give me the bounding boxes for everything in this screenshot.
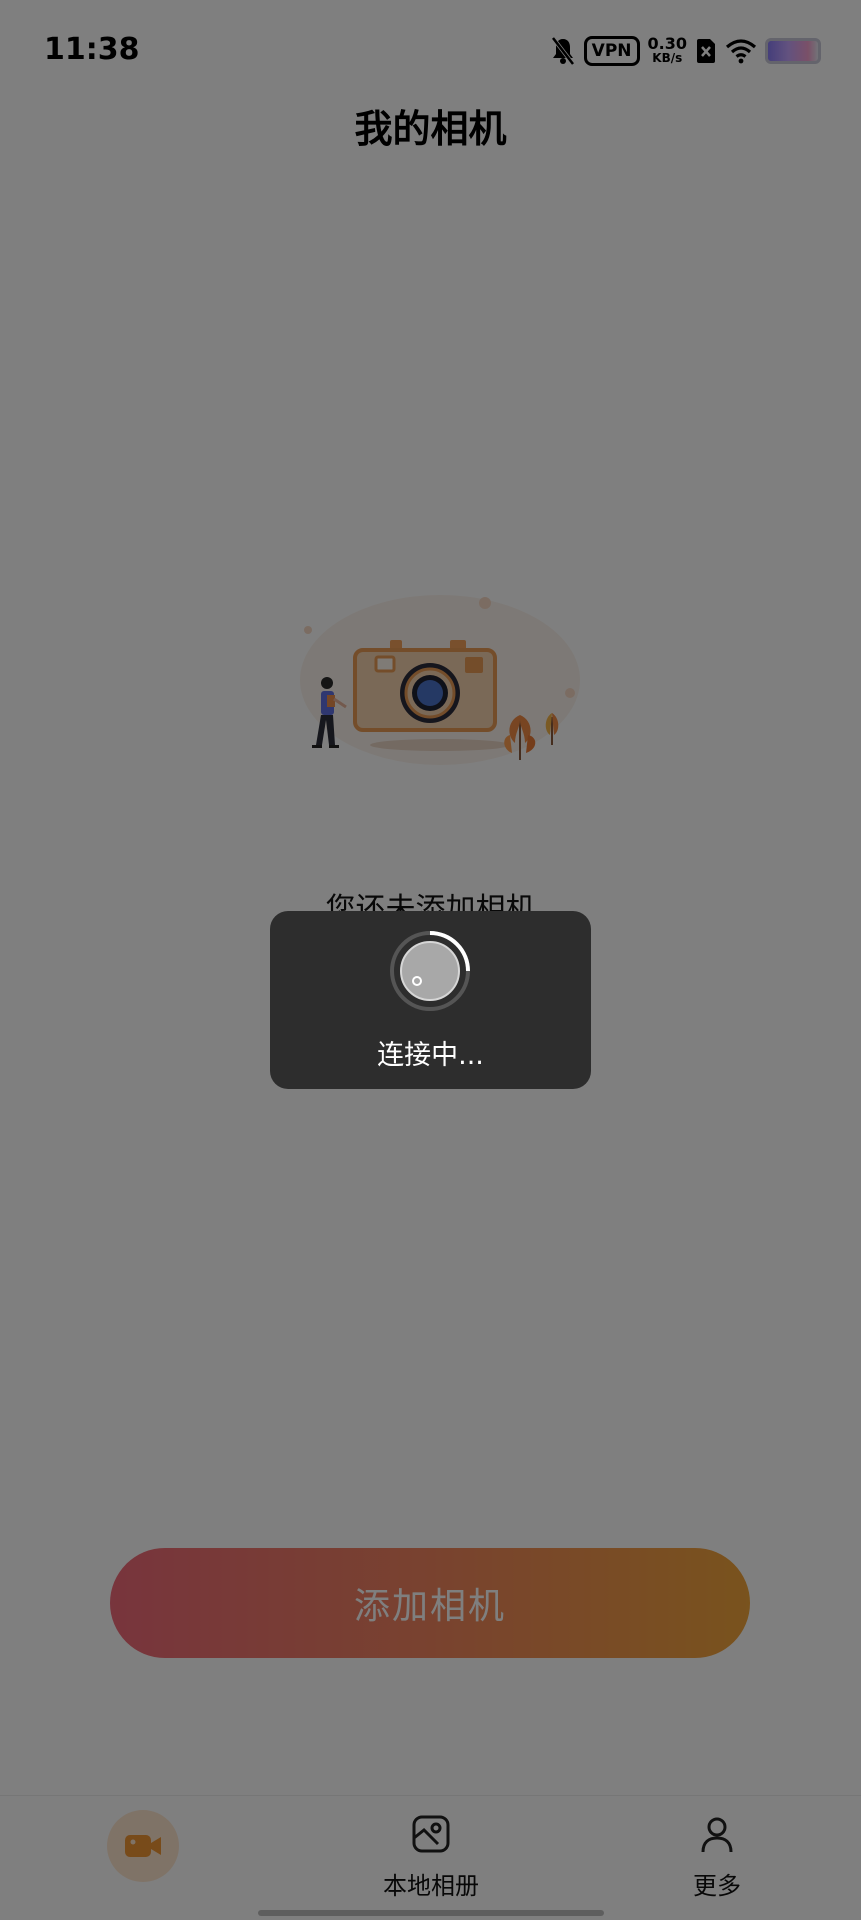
loading-message: 连接中... bbox=[377, 1040, 484, 1071]
loading-dialog: 连接中... bbox=[270, 911, 591, 1089]
loading-spinner-icon bbox=[390, 931, 470, 1011]
